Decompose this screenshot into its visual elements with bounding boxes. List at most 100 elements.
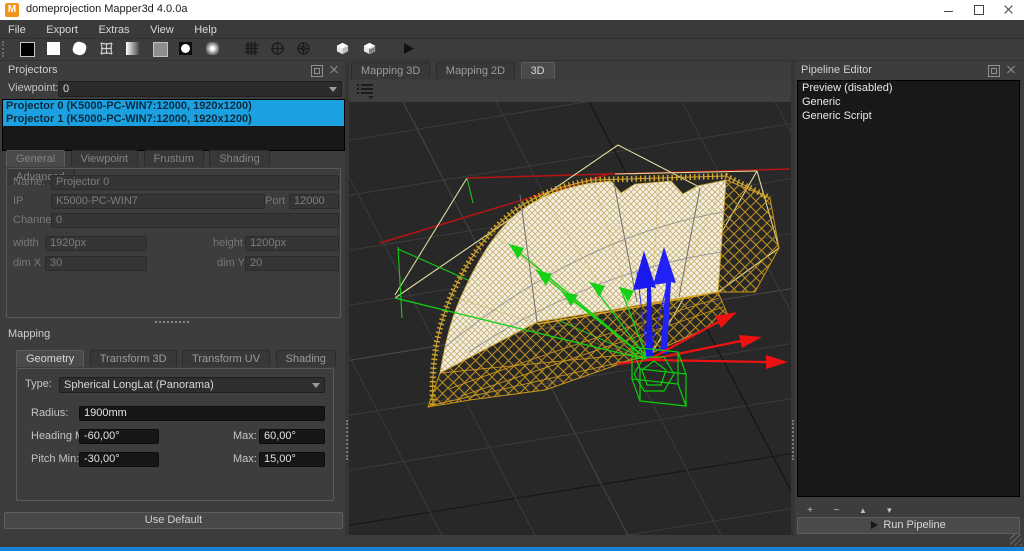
type-label: Type: xyxy=(25,378,52,390)
chevron-down-icon xyxy=(329,87,337,92)
menu-help[interactable]: Help xyxy=(186,22,225,36)
pitch-max-label: Max: xyxy=(233,453,257,465)
projector-list-item[interactable]: Projector 1 (K5000-PC-WIN7:12000, 1920x1… xyxy=(3,113,344,126)
tab-geometry[interactable]: Geometry xyxy=(16,350,84,367)
dim-x-field[interactable]: 30 xyxy=(45,256,147,271)
gradient-horizontal-icon[interactable] xyxy=(123,40,143,59)
mapping-tabs: Geometry Transform 3D Transform UV Shadi… xyxy=(16,350,337,368)
name-field[interactable]: Projector 0 xyxy=(51,175,339,190)
fill-gray-icon[interactable] xyxy=(150,40,170,59)
maximize-button[interactable] xyxy=(964,0,994,20)
menu-export[interactable]: Export xyxy=(38,22,86,36)
pitch-min-field[interactable]: -30,00° xyxy=(79,452,159,467)
pipeline-item[interactable]: Preview (disabled) xyxy=(798,81,1019,95)
float-panel-icon[interactable] xyxy=(311,65,323,77)
pipeline-item[interactable]: Generic Script xyxy=(798,109,1019,123)
dim-x-label: dim X xyxy=(13,257,41,269)
chevron-down-icon xyxy=(312,383,320,388)
tab-general[interactable]: General xyxy=(6,150,65,167)
heading-max-field[interactable]: 60,00° xyxy=(259,429,325,444)
crosshair-circle-icon[interactable] xyxy=(268,40,288,59)
pipeline-panel-title: Pipeline Editor xyxy=(801,64,872,76)
play-icon xyxy=(871,521,878,529)
fill-white-icon[interactable] xyxy=(44,40,64,59)
tab-mapping-shading[interactable]: Shading xyxy=(276,350,336,367)
projector-tabs: General Viewpoint Frustum Shading Advanc… xyxy=(6,150,345,168)
width-field[interactable]: 1920px xyxy=(45,236,147,251)
fill-black-icon[interactable] xyxy=(17,40,37,59)
menu-view[interactable]: View xyxy=(142,22,182,36)
gradient-radial-icon[interactable] xyxy=(203,40,223,59)
view-options-icon[interactable] xyxy=(357,84,373,96)
menu-extras[interactable]: Extras xyxy=(90,22,137,36)
toolbar-separator xyxy=(384,39,392,58)
tab-mapping-3d[interactable]: Mapping 3D xyxy=(351,62,430,79)
viewport-toolbar xyxy=(349,80,791,103)
menu-file[interactable]: File xyxy=(0,22,34,36)
warp-mesh-icon[interactable] xyxy=(97,40,117,59)
cube-mesh-icon[interactable] xyxy=(360,40,380,59)
mapping-panel-title: Mapping xyxy=(8,328,50,340)
close-button[interactable] xyxy=(994,0,1024,20)
heading-min-field[interactable]: -60,00° xyxy=(79,429,159,444)
projectors-panel-title: Projectors xyxy=(8,64,58,76)
toolbar-grip[interactable] xyxy=(2,41,8,57)
move-step-up-button[interactable]: ▲ xyxy=(852,504,874,517)
remove-pipeline-step-button[interactable]: − xyxy=(825,504,847,517)
minimize-button[interactable] xyxy=(934,0,964,20)
tab-viewpoint[interactable]: Viewpoint xyxy=(71,150,139,167)
projector-general-group: Name: Projector 0 IP K5000-PC-WIN7 Port … xyxy=(6,168,341,318)
projector-list: Projector 0 (K5000-PC-WIN7:12000, 1920x1… xyxy=(2,99,345,151)
play-icon[interactable] xyxy=(399,40,419,59)
pitch-min-label: Pitch Min: xyxy=(31,453,79,465)
geometry-group: Type: Spherical LongLat (Panorama) Radiu… xyxy=(16,368,334,501)
title-bar: M domeprojection Mapper3d 4.0.0a xyxy=(0,0,1024,20)
crosshair-target-icon[interactable] xyxy=(294,40,314,59)
tab-transform-3d[interactable]: Transform 3D xyxy=(90,350,177,367)
app-logo-icon: M xyxy=(5,3,19,17)
close-panel-icon[interactable] xyxy=(1006,65,1016,75)
ip-field[interactable]: K5000-PC-WIN7 xyxy=(51,194,265,209)
float-panel-icon[interactable] xyxy=(988,65,1000,77)
ip-label: IP xyxy=(13,195,23,207)
tab-transform-uv[interactable]: Transform UV xyxy=(182,350,270,367)
grid-icon[interactable] xyxy=(242,40,262,59)
pipeline-item[interactable]: Generic xyxy=(798,95,1019,109)
viewpoint-select[interactable]: 0 xyxy=(58,81,342,97)
run-pipeline-label: Run Pipeline xyxy=(883,519,945,531)
tab-shading[interactable]: Shading xyxy=(209,150,269,167)
tab-frustum[interactable]: Frustum xyxy=(144,150,204,167)
viewport-3d[interactable] xyxy=(349,102,791,535)
circle-white-icon[interactable] xyxy=(176,40,196,59)
add-pipeline-step-button[interactable]: + xyxy=(799,504,821,517)
height-field[interactable]: 1200px xyxy=(245,236,339,251)
port-label: Port xyxy=(265,195,285,207)
projector-list-item[interactable]: Projector 0 (K5000-PC-WIN7:12000, 1920x1… xyxy=(3,100,344,113)
dome-shape-icon[interactable] xyxy=(70,40,90,59)
channel-label: Channel xyxy=(13,214,54,226)
type-value: Spherical LongLat (Panorama) xyxy=(64,379,214,391)
cube-icon[interactable] xyxy=(333,40,353,59)
menu-bar: File Export Extras View Help xyxy=(0,20,1024,39)
close-panel-icon[interactable] xyxy=(329,65,339,75)
heading-max-label: Max: xyxy=(233,430,257,442)
dim-y-field[interactable]: 20 xyxy=(245,256,339,271)
tab-mapping-2d[interactable]: Mapping 2D xyxy=(436,62,515,79)
window-resize-grip[interactable] xyxy=(1010,534,1022,546)
pipeline-panel: Pipeline Editor Preview (disabled) Gener… xyxy=(795,62,1022,535)
move-step-down-button[interactable]: ▼ xyxy=(878,504,900,517)
pitch-max-field[interactable]: 15,00° xyxy=(259,452,325,467)
channel-field[interactable]: 0 xyxy=(51,213,339,228)
projectors-panel-header: Projectors xyxy=(2,62,345,78)
tab-3d[interactable]: 3D xyxy=(521,62,555,79)
app-window: M domeprojection Mapper3d 4.0.0a File Ex… xyxy=(0,0,1024,551)
window-bottom-edge xyxy=(0,547,1024,551)
use-default-button[interactable]: Use Default xyxy=(4,512,343,529)
run-pipeline-button[interactable]: Run Pipeline xyxy=(797,517,1020,534)
radius-field[interactable]: 1900mm xyxy=(79,406,325,421)
port-field[interactable]: 12000 xyxy=(289,194,339,209)
type-select[interactable]: Spherical LongLat (Panorama) xyxy=(59,377,325,393)
dim-y-label: dim Y xyxy=(217,257,245,269)
panel-splitter-handle[interactable] xyxy=(155,321,189,323)
radius-label: Radius: xyxy=(31,407,68,419)
